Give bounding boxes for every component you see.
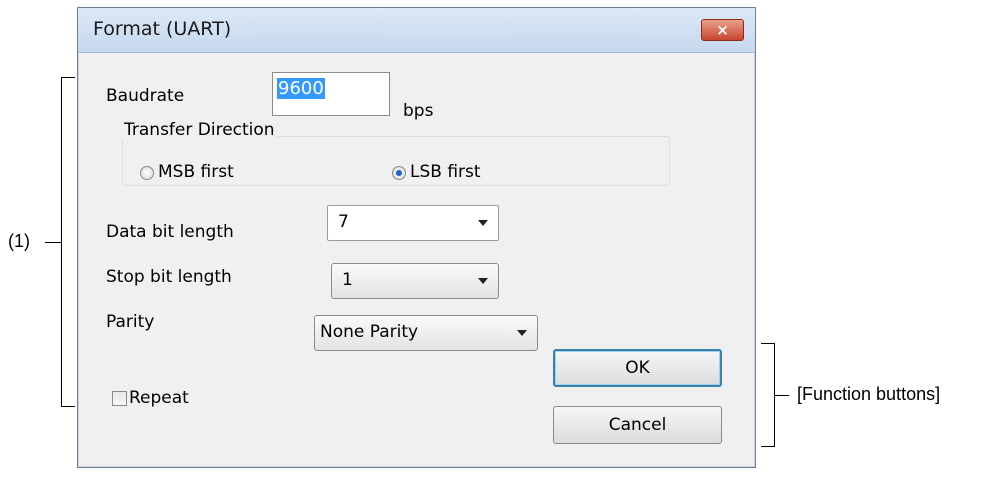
baudrate-value: 9600 — [277, 78, 325, 99]
repeat-checkbox[interactable] — [112, 391, 127, 406]
chevron-down-icon — [478, 278, 488, 284]
stop-bit-length-label: Stop bit length — [106, 267, 232, 287]
msb-first-label[interactable]: MSB first — [158, 162, 234, 182]
title-bar[interactable]: Format (UART) × — [78, 8, 755, 53]
transfer-direction-title: Transfer Direction — [122, 120, 277, 140]
function-buttons-tick — [775, 395, 789, 396]
area-1-label: (1) — [8, 231, 30, 251]
msb-first-radio[interactable] — [140, 166, 154, 180]
close-button[interactable]: × — [701, 19, 744, 41]
area-1-tick — [45, 242, 61, 243]
dialog-title: Format (UART) — [93, 18, 232, 40]
cancel-button[interactable]: Cancel — [553, 406, 722, 444]
lsb-first-radio[interactable] — [392, 166, 406, 180]
ok-button-label: OK — [625, 358, 650, 378]
parity-select[interactable]: None Parity — [314, 315, 538, 351]
format-uart-dialog: Format (UART) × Baudrate 9600 bps Transf… — [77, 7, 756, 468]
stop-bit-length-value: 1 — [342, 270, 353, 290]
close-icon: × — [716, 21, 729, 39]
chevron-down-icon — [478, 220, 488, 226]
data-bit-length-value: 7 — [338, 212, 349, 232]
function-buttons-label: [Function buttons] — [797, 384, 941, 404]
cancel-button-label: Cancel — [608, 415, 667, 435]
baudrate-input[interactable]: 9600 — [272, 72, 390, 116]
chevron-down-icon — [517, 330, 527, 336]
data-bit-length-label: Data bit length — [106, 222, 234, 242]
repeat-label[interactable]: Repeat — [129, 388, 189, 408]
stop-bit-length-select[interactable]: 1 — [331, 263, 499, 299]
baudrate-label: Baudrate — [106, 86, 185, 106]
area-1-bracket — [61, 77, 75, 407]
lsb-first-label[interactable]: LSB first — [410, 162, 481, 182]
data-bit-length-select[interactable]: 7 — [327, 205, 499, 241]
function-buttons-bracket — [761, 343, 775, 447]
baudrate-unit: bps — [403, 101, 434, 121]
parity-value: None Parity — [320, 322, 419, 342]
ok-button[interactable]: OK — [553, 349, 722, 387]
parity-label: Parity — [106, 312, 155, 332]
